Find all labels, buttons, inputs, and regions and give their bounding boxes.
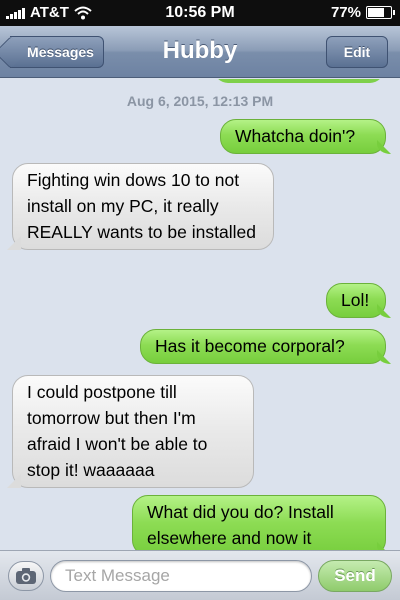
message-bubble-incoming[interactable]: I could postpone till tomorrow but then … xyxy=(12,375,254,488)
status-right: 77% xyxy=(330,4,395,21)
camera-icon xyxy=(16,568,36,584)
message-timestamp: Aug 6, 2015, 12:13 PM xyxy=(126,93,274,109)
message-bubble-incoming[interactable]: Fighting win dows 10 to not install on m… xyxy=(12,163,274,250)
message-bubble-outgoing[interactable]: Has it become corporal? xyxy=(140,329,386,364)
message-thread[interactable]: Aug 6, 2015, 12:13 PM Whatcha doin'? Fig… xyxy=(0,79,400,550)
battery-percent: 77% xyxy=(330,4,361,21)
previous-bubble-edge xyxy=(214,79,384,83)
battery-icon xyxy=(366,6,395,19)
status-bar: AT&T 10:56 PM 77% xyxy=(0,0,400,26)
message-input[interactable] xyxy=(50,560,312,592)
message-bubble-outgoing[interactable]: What did you do? Install elsewhere and n… xyxy=(132,495,386,550)
send-button[interactable]: Send xyxy=(318,560,392,592)
battery-fill xyxy=(368,8,385,17)
nav-bar: Messages Hubby Edit xyxy=(0,26,400,78)
message-bubble-outgoing[interactable]: Lol! xyxy=(326,283,386,318)
message-bubble-outgoing[interactable]: Whatcha doin'? xyxy=(220,119,386,154)
camera-button[interactable] xyxy=(8,561,44,591)
input-bar: Send xyxy=(0,550,400,600)
edit-button[interactable]: Edit xyxy=(326,36,388,68)
